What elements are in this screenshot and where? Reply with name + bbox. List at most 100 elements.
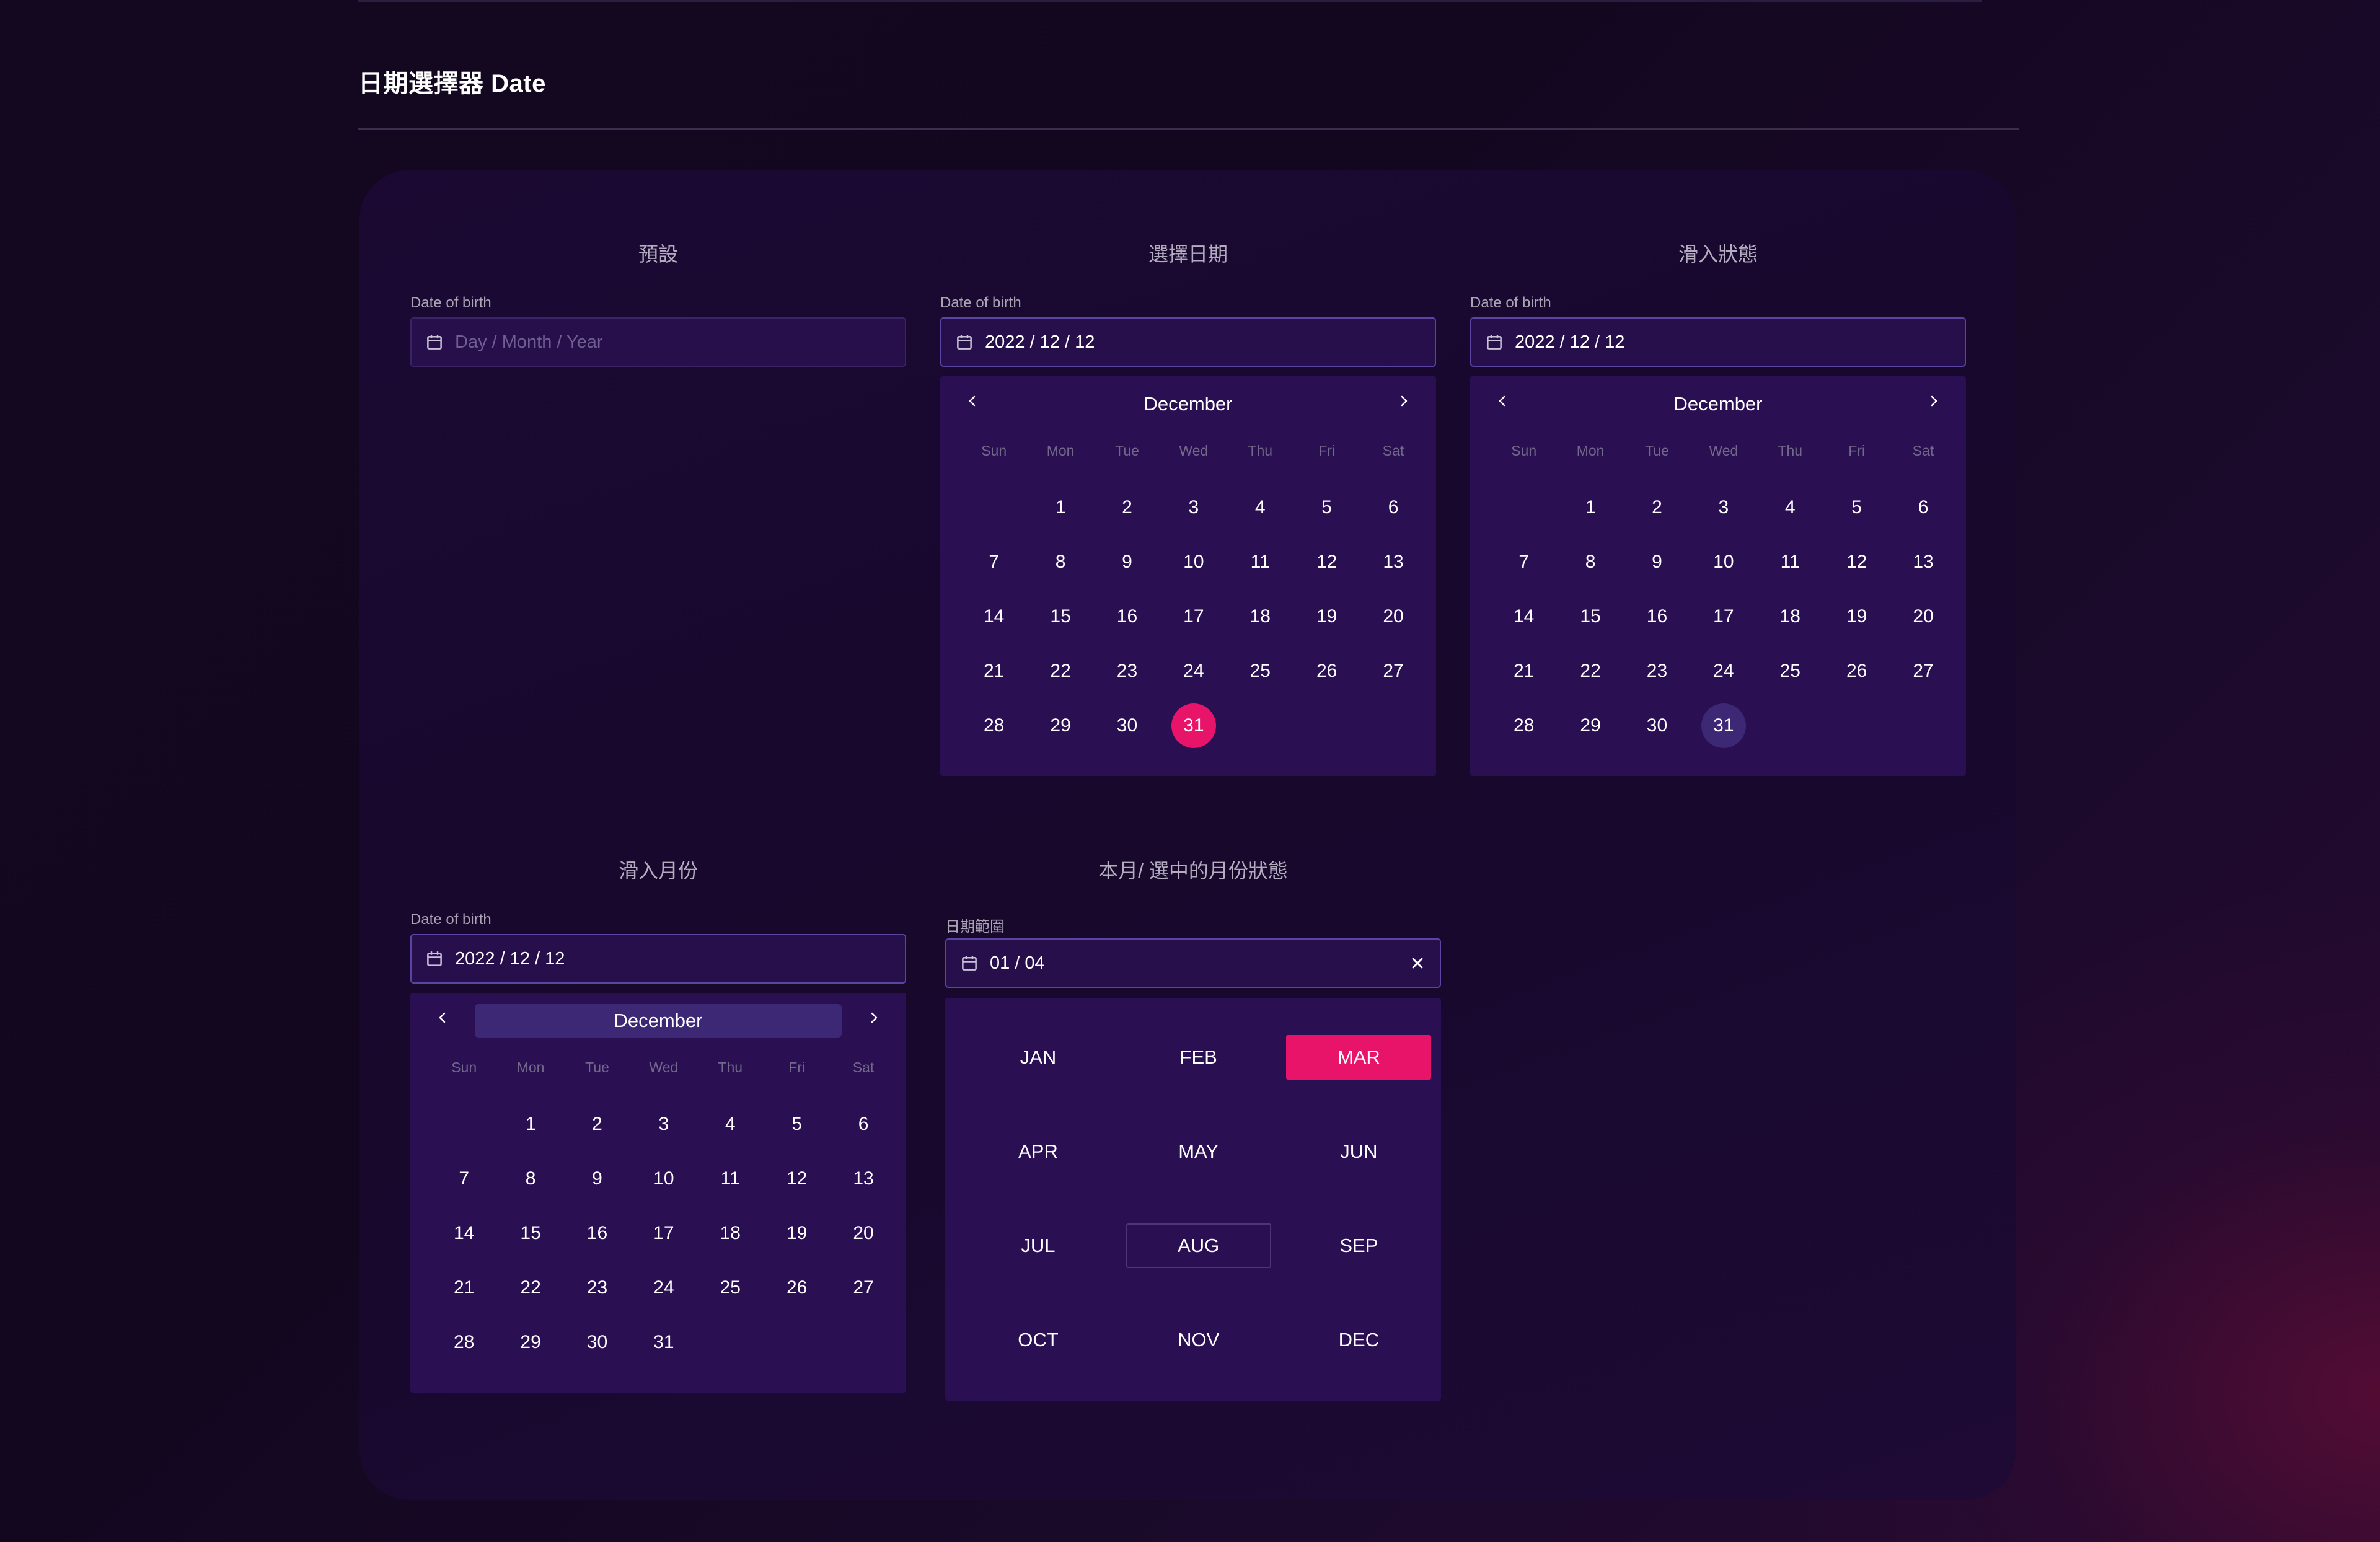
prev-month-button[interactable] — [430, 1005, 455, 1030]
day-cell[interactable]: 1 — [1557, 480, 1623, 535]
date-input[interactable]: Day / Month / Year — [410, 317, 906, 367]
day-cell[interactable]: 26 — [1823, 644, 1890, 698]
day-cell[interactable]: 20 — [830, 1206, 896, 1261]
month-cell[interactable]: JUL — [966, 1223, 1126, 1318]
day-cell[interactable]: 28 — [961, 698, 1027, 753]
day-cell[interactable]: 18 — [1757, 589, 1823, 644]
day-cell[interactable]: 2 — [1094, 480, 1160, 535]
day-cell[interactable]: 7 — [1491, 535, 1557, 589]
day-cell[interactable]: 10 — [1160, 535, 1227, 589]
day-cell[interactable]: 20 — [1360, 589, 1426, 644]
day-cell[interactable]: 14 — [431, 1206, 497, 1261]
day-cell[interactable]: 7 — [431, 1152, 497, 1206]
month-cell[interactable]: FEB — [1126, 1035, 1287, 1129]
day-cell[interactable]: 14 — [961, 589, 1027, 644]
day-cell[interactable]: 25 — [697, 1261, 764, 1315]
day-cell[interactable]: 15 — [1557, 589, 1623, 644]
day-cell[interactable]: 12 — [1294, 535, 1360, 589]
day-cell[interactable]: 11 — [1227, 535, 1294, 589]
day-cell[interactable]: 19 — [1823, 589, 1890, 644]
day-cell[interactable]: 17 — [630, 1206, 697, 1261]
month-cell[interactable]: APR — [966, 1129, 1126, 1223]
day-cell[interactable]: 21 — [431, 1261, 497, 1315]
month-cell[interactable]: SEP — [1286, 1223, 1447, 1318]
day-cell[interactable]: 10 — [1690, 535, 1756, 589]
day-cell[interactable]: 30 — [564, 1315, 630, 1370]
day-cell[interactable]: 29 — [1557, 698, 1623, 753]
day-cell[interactable]: 17 — [1160, 589, 1227, 644]
day-cell[interactable]: 25 — [1757, 644, 1823, 698]
day-cell[interactable]: 10 — [630, 1152, 697, 1206]
month-label[interactable]: December — [1470, 387, 1966, 421]
day-cell[interactable]: 30 — [1094, 698, 1160, 753]
day-cell[interactable]: 22 — [497, 1261, 563, 1315]
day-cell[interactable]: 13 — [1360, 535, 1426, 589]
close-icon[interactable] — [1409, 954, 1426, 972]
day-cell[interactable]: 9 — [1094, 535, 1160, 589]
day-cell[interactable]: 27 — [1890, 644, 1956, 698]
day-cell[interactable]: 13 — [1890, 535, 1956, 589]
month-cell-selected[interactable]: MAR — [1286, 1035, 1447, 1129]
day-cell[interactable]: 19 — [764, 1206, 830, 1261]
next-month-button[interactable] — [862, 1005, 886, 1030]
day-cell[interactable]: 12 — [1823, 535, 1890, 589]
day-cell[interactable]: 9 — [564, 1152, 630, 1206]
day-cell[interactable]: 16 — [564, 1206, 630, 1261]
day-cell[interactable]: 30 — [1624, 698, 1690, 753]
day-cell[interactable]: 3 — [630, 1097, 697, 1152]
date-input[interactable]: 2022 / 12 / 12 — [1470, 317, 1966, 367]
month-label[interactable]: December — [940, 387, 1436, 421]
day-cell[interactable]: 5 — [764, 1097, 830, 1152]
day-cell[interactable]: 22 — [1557, 644, 1623, 698]
day-cell[interactable]: 11 — [697, 1152, 764, 1206]
day-cell[interactable]: 5 — [1294, 480, 1360, 535]
day-cell[interactable]: 29 — [497, 1315, 563, 1370]
day-cell[interactable]: 25 — [1227, 644, 1294, 698]
day-cell[interactable]: 16 — [1624, 589, 1690, 644]
day-cell[interactable]: 28 — [431, 1315, 497, 1370]
month-cell[interactable]: OCT — [966, 1318, 1126, 1412]
day-cell[interactable]: 16 — [1094, 589, 1160, 644]
day-cell[interactable]: 4 — [697, 1097, 764, 1152]
day-cell[interactable]: 6 — [830, 1097, 896, 1152]
day-cell[interactable]: 5 — [1823, 480, 1890, 535]
day-cell[interactable]: 24 — [1690, 644, 1756, 698]
day-cell[interactable]: 19 — [1294, 589, 1360, 644]
day-cell[interactable]: 28 — [1491, 698, 1557, 753]
day-cell[interactable]: 20 — [1890, 589, 1956, 644]
next-month-button[interactable] — [1391, 389, 1416, 413]
day-cell[interactable]: 24 — [630, 1261, 697, 1315]
day-cell[interactable]: 8 — [1557, 535, 1623, 589]
month-cell[interactable]: JAN — [966, 1035, 1126, 1129]
month-cell[interactable]: JUN — [1286, 1129, 1447, 1223]
day-cell[interactable]: 26 — [764, 1261, 830, 1315]
day-cell[interactable]: 8 — [1027, 535, 1093, 589]
day-cell-selected[interactable]: 31 — [1160, 698, 1227, 753]
day-cell[interactable]: 22 — [1027, 644, 1093, 698]
month-cell[interactable]: DEC — [1286, 1318, 1447, 1412]
day-cell[interactable]: 13 — [830, 1152, 896, 1206]
day-cell[interactable]: 4 — [1757, 480, 1823, 535]
day-cell[interactable]: 1 — [1027, 480, 1093, 535]
day-cell[interactable]: 2 — [564, 1097, 630, 1152]
month-cell[interactable]: MAY — [1126, 1129, 1287, 1223]
month-cell-current[interactable]: AUG — [1126, 1223, 1287, 1318]
day-cell[interactable]: 14 — [1491, 589, 1557, 644]
day-cell[interactable]: 4 — [1227, 480, 1294, 535]
day-cell[interactable]: 29 — [1027, 698, 1093, 753]
month-label[interactable]: December — [475, 1004, 842, 1038]
day-cell[interactable]: 23 — [564, 1261, 630, 1315]
day-cell[interactable]: 3 — [1690, 480, 1756, 535]
date-input[interactable]: 2022 / 12 / 12 — [940, 317, 1436, 367]
day-cell-hovered[interactable]: 31 — [1690, 698, 1756, 753]
month-cell[interactable]: NOV — [1126, 1318, 1287, 1412]
day-cell[interactable]: 23 — [1094, 644, 1160, 698]
day-cell[interactable]: 6 — [1360, 480, 1426, 535]
day-cell[interactable]: 7 — [961, 535, 1027, 589]
day-cell[interactable]: 6 — [1890, 480, 1956, 535]
day-cell[interactable]: 18 — [697, 1206, 764, 1261]
day-cell[interactable]: 3 — [1160, 480, 1227, 535]
day-cell[interactable]: 26 — [1294, 644, 1360, 698]
day-cell[interactable]: 12 — [764, 1152, 830, 1206]
day-cell[interactable]: 11 — [1757, 535, 1823, 589]
